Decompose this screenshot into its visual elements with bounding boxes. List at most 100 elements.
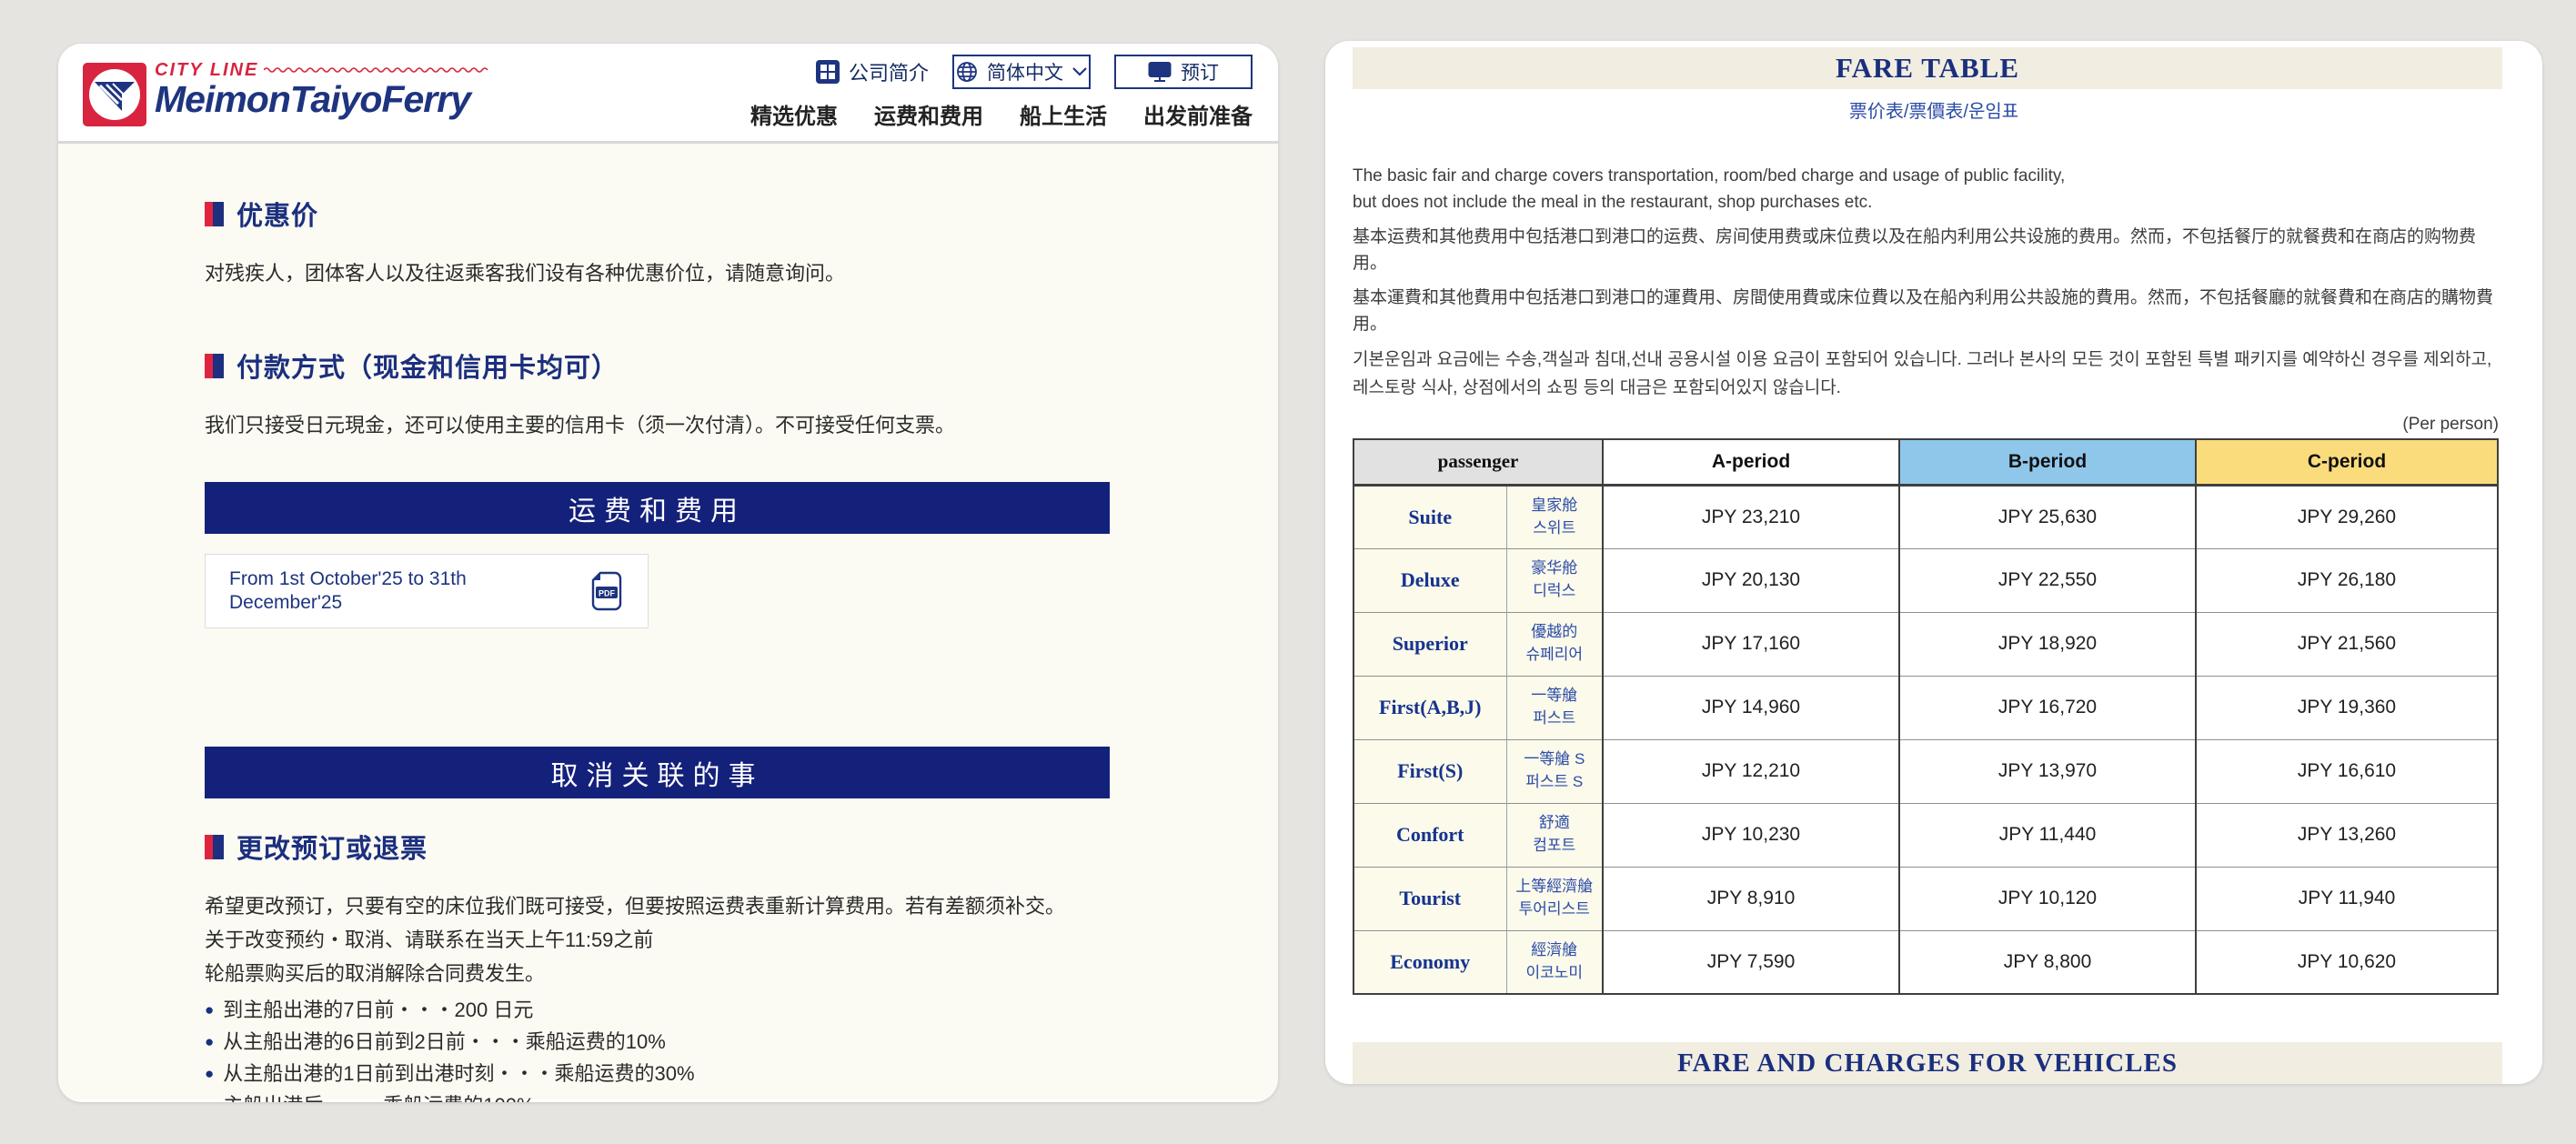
fare-c: JPY 19,360: [2196, 676, 2498, 739]
cancellation-fee-list: 到主船出港的7日前・・・200 日元 从主船出港的6日前到2日前・・・乘船运费的…: [205, 994, 1169, 1102]
fare-table-title: FARE TABLE: [1836, 52, 2019, 85]
class-name: Deluxe: [1353, 548, 1506, 612]
fare-a: JPY 14,960: [1603, 676, 1899, 739]
pdf-icon: PDF: [589, 570, 624, 612]
table-row: Superior 優越的슈페리어 JPY 17,160 JPY 18,920 J…: [1353, 612, 2498, 676]
globe-icon: [956, 61, 978, 83]
intro-en-line: but does not include the meal in the res…: [1353, 189, 2502, 216]
fare-a: JPY 10,230: [1603, 803, 1899, 867]
col-header-a-period: A-period: [1603, 439, 1899, 485]
class-sublabel: 皇家舱스위트: [1506, 485, 1603, 548]
discount-text: 对残疾人，团体客人以及往返乘客我们设有各种优惠价位，请随意询问。: [205, 258, 1169, 288]
fare-intro-text: The basic fair and charge covers transpo…: [1353, 163, 2502, 402]
fare-b: JPY 18,920: [1899, 612, 2196, 676]
class-sublabel: 一等艙 S퍼스트 S: [1506, 739, 1603, 803]
col-header-passenger: passenger: [1353, 439, 1603, 485]
change-heading: 更改预订或退票: [236, 828, 428, 866]
fare-a: JPY 23,210: [1603, 485, 1899, 548]
class-sublabel: 經濟艙이코노미: [1506, 930, 1603, 994]
wavy-line-decoration: [264, 65, 491, 75]
fare-c: JPY 21,560: [2196, 612, 2498, 676]
ferry-site-panel: CITY LINE MeimonTaiyoFerry: [58, 44, 1278, 1102]
nav-item-deals[interactable]: 精选优惠: [750, 98, 838, 130]
fares-page-content: 优惠价 对残疾人，团体客人以及往返乘客我们设有各种优惠价位，请随意询问。 付款方…: [58, 144, 1278, 1099]
class-name: Confort: [1353, 803, 1506, 867]
language-label: 简体中文: [987, 58, 1063, 85]
col-header-c-period: C-period: [2196, 439, 2498, 485]
nav-item-fares[interactable]: 运费和费用: [874, 98, 983, 130]
fare-section-banner: 运费和费用: [205, 482, 1110, 534]
intro-en-line: The basic fair and charge covers transpo…: [1353, 163, 2502, 189]
change-paragraph: 轮船票购买后的取消解除合同费发生。: [205, 958, 1169, 988]
fare-b: JPY 25,630: [1899, 485, 2196, 548]
nav-item-onboard-life[interactable]: 船上生活: [1020, 98, 1107, 130]
change-paragraph: 关于改变预约・取消、请联系在当天上午11:59之前: [205, 925, 1169, 955]
list-item: 到主船出港的7日前・・・200 日元: [205, 994, 1169, 1026]
class-sublabel: 一等艙퍼스트: [1506, 676, 1603, 739]
table-row: Confort 舒適컴포트 JPY 10,230 JPY 11,440 JPY …: [1353, 803, 2498, 867]
section-marker: [205, 835, 224, 859]
class-sublabel: 豪华舱디럭스: [1506, 548, 1603, 612]
fare-table: passenger A-period B-period C-period Sui…: [1353, 438, 2499, 995]
fare-c: JPY 11,940: [2196, 867, 2498, 930]
table-row: Deluxe 豪华舱디럭스 JPY 20,130 JPY 22,550 JPY …: [1353, 548, 2498, 612]
list-item: 从主船出港的1日前到出港时刻・・・乘船运费的30%: [205, 1058, 1169, 1089]
monitor-icon: [1148, 61, 1172, 83]
fare-a: JPY 8,910: [1603, 867, 1899, 930]
discount-heading: 优惠价: [236, 195, 318, 233]
list-item: 从主船出港的6日前到2日前・・・乘船运费的10%: [205, 1026, 1169, 1058]
class-name: Suite: [1353, 485, 1506, 548]
table-row: Economy 經濟艙이코노미 JPY 7,590 JPY 8,800 JPY …: [1353, 930, 2498, 994]
class-name: Superior: [1353, 612, 1506, 676]
payment-text: 我们只接受日元現金，还可以使用主要的信用卡（须一次付清）。不可接受任何支票。: [205, 410, 1169, 440]
fare-table-subtitle: 票价表/票價表/운임표: [1325, 96, 2542, 123]
fare-b: JPY 16,720: [1899, 676, 2196, 739]
fare-c: JPY 26,180: [2196, 548, 2498, 612]
class-name: Tourist: [1353, 867, 1506, 930]
nav-item-before-departure[interactable]: 出发前准备: [1143, 98, 1253, 130]
class-sublabel: 舒適컴포트: [1506, 803, 1603, 867]
fare-b: JPY 8,800: [1899, 930, 2196, 994]
chevron-down-icon: [1072, 67, 1087, 76]
site-header: CITY LINE MeimonTaiyoFerry: [58, 44, 1278, 144]
nav-company-profile[interactable]: 公司简介: [816, 57, 929, 86]
fare-a: JPY 17,160: [1603, 612, 1899, 676]
change-paragraph: 希望更改预订，只要有空的床位我们既可接受，但要按照运费表重新计算费用。若有差额须…: [205, 891, 1169, 921]
vehicles-title-band: FARE AND CHARGES FOR VEHICLES: [1353, 1042, 2502, 1084]
grid-icon: [816, 60, 840, 84]
fare-b: JPY 11,440: [1899, 803, 2196, 867]
fare-c: JPY 16,610: [2196, 739, 2498, 803]
class-name: First(A,B,J): [1353, 676, 1506, 739]
table-row: Tourist 上等經濟艙투어리스트 JPY 8,910 JPY 10,120 …: [1353, 867, 2498, 930]
fare-pdf-link[interactable]: From 1st October'25 to 31th December'25 …: [205, 554, 649, 628]
fare-b: JPY 10,120: [1899, 867, 2196, 930]
fare-table-title-band: FARE TABLE: [1353, 47, 2502, 89]
fare-table-document: FARE TABLE 票价表/票價表/운임표 The basic fair an…: [1325, 41, 2542, 1084]
class-name: Economy: [1353, 930, 1506, 994]
list-item: 主船出港后・・・乘船运费的100%: [205, 1089, 1169, 1102]
fare-a: JPY 7,590: [1603, 930, 1899, 994]
intro-ko: 기본운임과 요금에는 수송,객실과 침대,선내 공용시설 이용 요금이 포함되어…: [1353, 346, 2502, 402]
brand-name: MeimonTaiyoFerry: [155, 80, 491, 119]
fare-c: JPY 29,260: [2196, 485, 2498, 548]
class-sublabel: 優越的슈페리어: [1506, 612, 1603, 676]
class-name: First(S): [1353, 739, 1506, 803]
table-row: Suite 皇家舱스위트 JPY 23,210 JPY 25,630 JPY 2…: [1353, 485, 2498, 548]
booking-label: 预订: [1181, 58, 1219, 85]
booking-button[interactable]: 预订: [1114, 55, 1253, 89]
fare-table-header-row: passenger A-period B-period C-period: [1353, 439, 2498, 485]
intro-zh-tw: 基本運費和其他費用中包括港口到港口的運費用、房間使用費或床位費以及在船內利用公共…: [1353, 285, 2502, 337]
payment-heading: 付款方式（现金和信用卡均可）: [236, 346, 619, 385]
class-sublabel: 上等經濟艙투어리스트: [1506, 867, 1603, 930]
main-navigation: 精选优惠 运费和费用 船上生活 出发前准备: [750, 98, 1253, 130]
per-person-note: (Per person): [1325, 415, 2499, 435]
fare-c: JPY 13,260: [2196, 803, 2498, 867]
site-logo[interactable]: CITY LINE MeimonTaiyoFerry: [82, 58, 491, 127]
language-selector[interactable]: 简体中文: [952, 55, 1091, 89]
fare-b: JPY 13,970: [1899, 739, 2196, 803]
col-header-b-period: B-period: [1899, 439, 2196, 485]
nav-company-label: 公司简介: [849, 57, 929, 86]
fare-pdf-label: From 1st October'25 to 31th December'25: [229, 567, 529, 616]
section-marker: [205, 354, 224, 378]
vehicles-title: FARE AND CHARGES FOR VEHICLES: [1677, 1049, 2178, 1079]
